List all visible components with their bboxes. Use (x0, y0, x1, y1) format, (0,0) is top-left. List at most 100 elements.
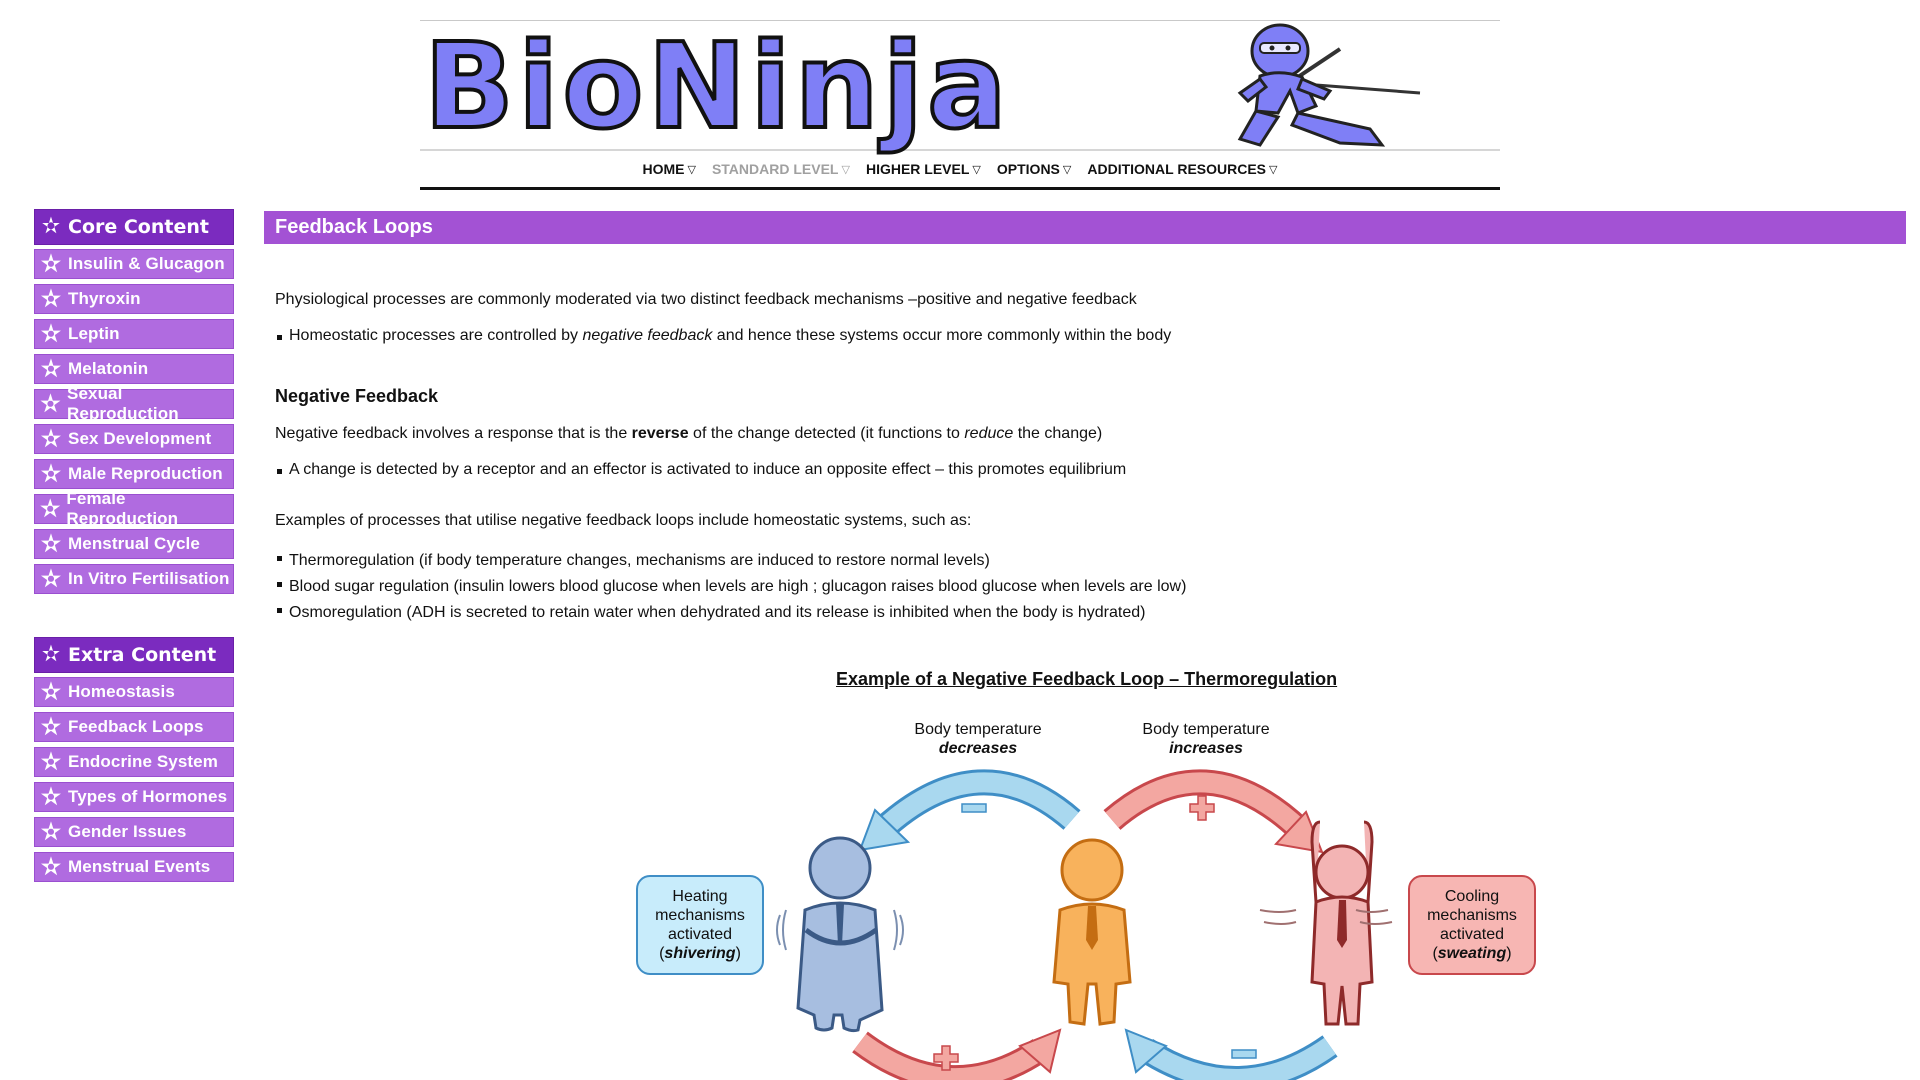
list-item: Blood sugar regulation (insulin lowers b… (277, 574, 1906, 600)
emphasis: reduce (964, 425, 1014, 442)
examples-list: Thermoregulation (if body temperature ch… (275, 548, 1906, 626)
sidebar-item-label: Thyroxin (68, 289, 141, 308)
site-header: BioNinja HOME ▽ STANDARD LEVEL ▽ HIGHER LE… (420, 20, 1500, 190)
nav-standard-level[interactable]: STANDARD LEVEL ▽ (712, 161, 850, 177)
sidebar-item-menstrual-cycle[interactable]: ✫ Menstrual Cycle (34, 529, 234, 559)
nav-standard-level-label: STANDARD LEVEL (711, 161, 839, 177)
star-icon: ✫ (41, 214, 61, 239)
minus-icon (1231, 1049, 1257, 1059)
sidebar-item-endocrine-system[interactable]: ✫ Endocrine System (34, 747, 234, 777)
star-icon: ✫ (41, 356, 61, 381)
text: Negative feedback involves a response th… (275, 425, 632, 442)
diagram-title: Example of a Negative Feedback Loop – Th… (836, 669, 1338, 689)
arrow-cooling-icon (1124, 1028, 1338, 1080)
sidebar-item-label: Gender Issues (68, 822, 187, 841)
sidebar-extra-title: Extra Content (68, 644, 217, 666)
label-emphasis: decreases (938, 740, 1018, 757)
dropdown-arrow-icon: ▽ (841, 163, 850, 176)
sidebar-item-in-vitro-fertilisation[interactable]: ✫ In Vitro Fertilisation (34, 564, 234, 594)
cooling-mechanisms-box: Cooling mechanisms activated (sweating) (1408, 875, 1536, 975)
star-icon: ✫ (41, 286, 61, 311)
sidebar-item-melatonin[interactable]: ✫ Melatonin (34, 354, 234, 384)
emphasis: negative feedback (582, 327, 713, 344)
list-item: A change is detected by a receptor and a… (277, 461, 1906, 479)
sidebar-item-types-of-hormones[interactable]: ✫ Types of Hormones (34, 782, 234, 812)
sidebar-item-label: Types of Hormones (68, 787, 228, 806)
label-temp-increases: Body temperature increases (1126, 720, 1286, 758)
star-icon: ✫ (41, 391, 60, 416)
sidebar-item-menstrual-events[interactable]: ✫ Menstrual Events (34, 852, 234, 882)
negative-feedback-list: A change is detected by a receptor and a… (275, 461, 1906, 479)
sidebar-item-label: Insulin & Glucagon (68, 254, 225, 273)
hot-person-icon (1259, 820, 1393, 1026)
sidebar-item-label: In Vitro Fertilisation (68, 569, 230, 588)
sidebar-item-label: Sex Development (68, 429, 212, 448)
sidebar-item-label: Endocrine System (68, 752, 218, 771)
sidebar-item-label: Female Reproduction (66, 489, 179, 528)
plus-icon (1189, 795, 1215, 821)
nav-higher-level[interactable]: HIGHER LEVEL ▽ (866, 161, 981, 177)
box-line: Cooling (1444, 888, 1500, 905)
arrow-increase-icon (1103, 769, 1324, 854)
text: the change) (1013, 425, 1103, 442)
article-body: Physiological processes are commonly mod… (264, 291, 1906, 626)
label-emphasis: increases (1169, 740, 1243, 757)
intro-paragraph: Physiological processes are commonly mod… (275, 291, 1137, 308)
box-emphasis: sweating (1437, 945, 1507, 962)
star-icon: ✫ (41, 714, 61, 739)
star-icon: ✫ (41, 321, 61, 346)
sidebar-item-feedback-loops[interactable]: ✫ Feedback Loops (34, 712, 234, 742)
sidebar-item-label: Melatonin (68, 359, 149, 378)
arrow-decrease-icon (858, 769, 1081, 852)
label-line: Body temperature (1142, 721, 1270, 738)
main-nav: HOME ▽ STANDARD LEVEL ▽ HIGHER LEVEL ▽ OPTI… (420, 151, 1500, 187)
arrow-warming-icon (852, 1028, 1062, 1080)
page-title: Feedback Loops (275, 216, 433, 238)
minus-icon (961, 803, 987, 813)
strong: reverse (631, 425, 689, 442)
paren: ) (1506, 945, 1512, 962)
star-icon: ✫ (41, 784, 61, 809)
normal-person-icon (1052, 838, 1132, 1026)
list-item: Homeostatic processes are controlled by … (277, 327, 1906, 345)
sidebar-item-sexual-reproduction[interactable]: ✫ Sexual Reproduction (34, 384, 234, 423)
sidebar-core-title: Core Content (68, 216, 209, 238)
logo-text[interactable]: BioNinja (422, 25, 1011, 147)
sidebar-item-leptin[interactable]: ✫ Leptin (34, 319, 234, 349)
sidebar-item-label: Menstrual Events (68, 857, 211, 876)
sidebar-item-label: Sexual Reproduction (67, 384, 179, 423)
box-emphasis: shivering (664, 945, 736, 962)
sidebar-item-female-reproduction[interactable]: ✫ Female Reproduction (34, 489, 234, 528)
sidebar-item-sex-development[interactable]: ✫ Sex Development (34, 424, 234, 454)
box-line: Heating (672, 888, 728, 905)
nav-additional-resources-label: ADDITIONAL RESOURCES (1087, 161, 1267, 177)
box-line: activated (1439, 926, 1505, 943)
text: Homeostatic processes are controlled by (289, 327, 583, 344)
heating-mechanisms-box: Heating mechanisms activated (shivering) (636, 875, 764, 975)
box-line: mechanisms (1427, 907, 1517, 924)
nav-options-label: OPTIONS (996, 161, 1060, 177)
sidebar-item-insulin-glucagon[interactable]: ✫ Insulin & Glucagon (34, 249, 234, 279)
sidebar-item-label: Leptin (68, 324, 120, 343)
sidebar-item-thyroxin[interactable]: ✫ Thyroxin (34, 284, 234, 314)
sidebar-item-male-reproduction[interactable]: ✫ Male Reproduction (34, 459, 234, 489)
section-heading-negative-feedback: Negative Feedback (275, 386, 439, 406)
dropdown-arrow-icon: ▽ (1062, 163, 1072, 176)
main-content: Feedback Loops Physiological processes a… (264, 211, 1906, 626)
nav-options[interactable]: OPTIONS ▽ (997, 161, 1071, 177)
star-icon: ✫ (41, 642, 61, 667)
sidebar-item-label: Menstrual Cycle (68, 534, 200, 553)
cold-person-icon (776, 836, 904, 1033)
star-icon: ✫ (41, 566, 61, 591)
nav-home[interactable]: HOME ▽ (642, 161, 695, 177)
dropdown-arrow-icon: ▽ (687, 163, 696, 176)
star-icon: ✫ (40, 496, 60, 521)
label-line: Body temperature (914, 721, 1042, 738)
sidebar-item-gender-issues[interactable]: ✫ Gender Issues (34, 817, 234, 847)
sidebar-item-homeostasis[interactable]: ✫ Homeostasis (34, 677, 234, 707)
logo-area[interactable]: BioNinja (420, 21, 1500, 149)
star-icon: ✫ (41, 426, 61, 451)
examples-intro: Examples of processes that utilise negat… (275, 512, 972, 529)
text: of the change detected (it functions to (688, 425, 965, 442)
nav-additional-resources[interactable]: ADDITIONAL RESOURCES ▽ (1087, 161, 1277, 177)
